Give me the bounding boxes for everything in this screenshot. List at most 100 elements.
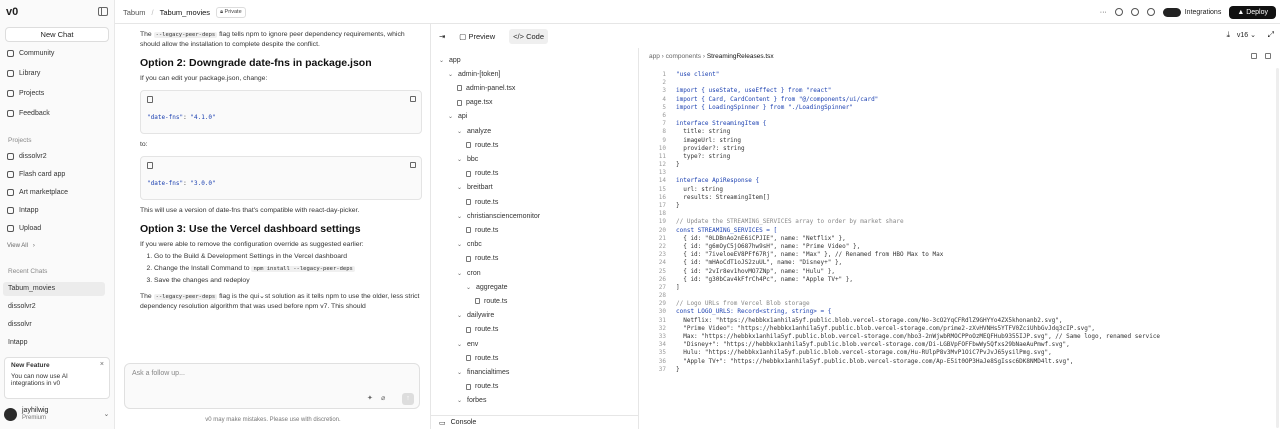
code-block: "date-fns": "4.1.0" (140, 90, 422, 134)
project-item[interactable]: dissolvr2 (7, 153, 47, 160)
project-item[interactable]: Intapp (7, 207, 38, 214)
private-badge-label: Private (224, 8, 242, 15)
paragraph: The --legacy-peer-deps flag is the qui⌄s… (140, 292, 422, 312)
project-item[interactable]: Flash card app (7, 171, 65, 178)
tree-file[interactable]: admin-panel.tsx (457, 82, 515, 94)
github-icon[interactable] (1146, 8, 1155, 16)
scrollbar[interactable] (1276, 68, 1279, 428)
more-options-icon[interactable]: ··· (1100, 9, 1107, 16)
file-icon (466, 199, 471, 205)
tree-folder[interactable]: ⌄ aggregate (466, 281, 508, 293)
code-editor[interactable]: app › components › StreamingReleases.tsx… (640, 48, 1280, 429)
close-icon[interactable]: × (100, 361, 104, 368)
new-chat-button[interactable]: New Chat (5, 27, 109, 42)
tree-folder[interactable]: ⌄ admin-[token] (448, 68, 500, 80)
tree-file[interactable]: route.ts (466, 253, 498, 265)
line-number: 25 (658, 267, 666, 275)
line-number: 11 (658, 152, 666, 160)
tree-folder[interactable]: ⌄ breitbart (457, 182, 493, 194)
chevron-down-icon: ⌄ (457, 128, 463, 135)
tree-folder[interactable]: ⌄ api (448, 111, 467, 123)
tree-label: api (458, 113, 468, 121)
collapse-icon[interactable]: ⇥ (439, 32, 445, 41)
version-select[interactable]: v16 ⌄ (1237, 31, 1256, 39)
integrations-button[interactable]: Integrations (1162, 7, 1221, 17)
file-icon (147, 162, 153, 169)
code-panel: ⇥ ▢ Preview </> Code ⤓ v16 ⌄ ⤢ ⌄ app ⌄ admi… (430, 24, 1280, 429)
line-number: 27 (658, 283, 666, 291)
tab-preview[interactable]: ▢ Preview (455, 29, 499, 44)
tree-folder[interactable]: ⌄ env (457, 338, 478, 350)
line-number: 16 (658, 193, 666, 201)
code-line: import { useState, useEffect } from "rea… (676, 87, 832, 95)
sidebar-item-community[interactable]: Community (7, 50, 54, 57)
console-bar[interactable]: ▭ Console (431, 415, 639, 429)
sidebar-item-library[interactable]: Library (7, 70, 40, 77)
tree-label: route.ts (475, 326, 499, 334)
share-icon[interactable] (1130, 8, 1139, 16)
send-button[interactable]: ↑ (402, 393, 414, 405)
tree-folder[interactable]: ⌄ financialtimes (457, 366, 509, 378)
tree-folder[interactable]: ⌄ dailywire (457, 310, 494, 322)
code-line: // Update the STREAMING_SERVICES array t… (676, 218, 904, 226)
breadcrumb-team[interactable]: Tabum (123, 8, 146, 17)
attach-icon[interactable]: ⌀ (381, 394, 391, 404)
tree-folder[interactable]: ⌄ analyze (457, 125, 491, 137)
sparkle-icon[interactable]: ✦ (367, 394, 377, 404)
tab-code[interactable]: </> Code (509, 28, 549, 44)
expand-icon[interactable]: ⤢ (1268, 30, 1274, 40)
project-label: Intapp (19, 207, 39, 214)
tree-folder[interactable]: ⌄ forbes (457, 395, 486, 407)
tree-file[interactable]: route.ts (466, 352, 498, 364)
recent-chat-item[interactable]: dissolvr (3, 318, 105, 332)
tree-file[interactable]: route.ts (466, 224, 498, 236)
tree-file[interactable]: route.ts (466, 196, 498, 208)
project-item[interactable]: Upload (7, 225, 41, 232)
project-item[interactable]: Art marketplace (7, 189, 68, 196)
tree-file[interactable]: route.ts (466, 324, 498, 336)
recent-chat-item[interactable]: Intapp (3, 336, 105, 350)
sidebar-item-projects[interactable]: Projects (7, 90, 44, 97)
code-line: ] (676, 283, 680, 291)
recent-chat-item[interactable]: dissolvr2 (3, 300, 105, 314)
settings-icon[interactable] (1114, 8, 1123, 16)
breadcrumb: Tabum / Tabum_movies 🔒︎ Private (123, 0, 246, 24)
code-line: const STREAMING_SERVICES = [ (676, 226, 778, 234)
tree-file[interactable]: page.tsx (457, 97, 492, 109)
user-name: jayhilwig (22, 407, 49, 414)
v0-logo[interactable]: v0 (6, 6, 18, 18)
chevron-down-icon: ⌄ (448, 114, 454, 121)
view-all-link[interactable]: View All › (7, 243, 35, 249)
download-icon[interactable]: ⤓ (1226, 30, 1230, 40)
tree-file[interactable]: route.ts (475, 295, 507, 307)
copy-icon[interactable] (410, 96, 416, 102)
tree-folder[interactable]: ⌄ bbc (457, 153, 478, 165)
text: Change the Install Command to (154, 265, 250, 272)
tree-file[interactable]: route.ts (466, 168, 498, 180)
view-all-label: View All (7, 243, 28, 249)
sidebar-item-feedback[interactable]: Feedback (7, 110, 50, 117)
chevron-down-icon: ⌄ (466, 284, 472, 291)
more-icon[interactable] (1265, 53, 1271, 59)
list-item: Change the Install Command to npm instal… (154, 264, 422, 274)
tree-folder[interactable]: ⌄ cron (457, 267, 481, 279)
follow-up-input[interactable]: Ask a follow up... ✦ ⌀ ↑ (124, 363, 420, 409)
breadcrumb-chat[interactable]: Tabum_movies (160, 8, 210, 17)
code-line: { id: "g6mOyC5jO687hw9sH", name: "Prime … (676, 242, 861, 250)
user-menu[interactable]: jayhilwig Premium ⌄ (4, 407, 109, 421)
tree-file[interactable]: route.ts (466, 381, 498, 393)
code-line: Netflix: "https://hebbkx1anhila5yf.publi… (676, 316, 1063, 324)
code-line: interface ApiResponse { (676, 177, 760, 185)
tree-folder[interactable]: ⌄ christiansciencemonitor (457, 210, 540, 222)
recent-chat-item[interactable]: Tabum_movies (3, 282, 105, 296)
code-line: Max: "https://hebbkx1anhila5yf.public.bl… (676, 333, 1161, 340)
deploy-button[interactable]: ▲ Deploy (1229, 5, 1276, 19)
tree-folder[interactable]: ⌄ cnbc (457, 239, 482, 251)
copy-icon[interactable] (1251, 53, 1257, 59)
tree-file[interactable]: route.ts (466, 139, 498, 151)
tree-folder[interactable]: ⌄ app (439, 54, 461, 66)
sidebar-toggle-icon[interactable] (98, 7, 108, 16)
paragraph: to: (140, 141, 148, 148)
copy-icon[interactable] (410, 162, 416, 168)
